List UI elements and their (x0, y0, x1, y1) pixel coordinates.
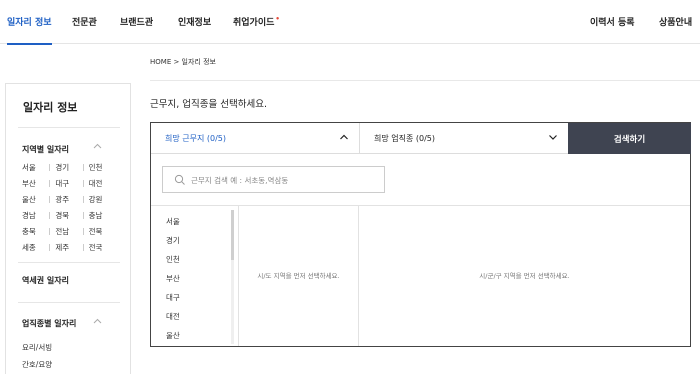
nav-job-info[interactable]: 일자리 정보 (7, 15, 52, 45)
region-link[interactable]: 충남 (82, 210, 122, 226)
divider (18, 262, 120, 263)
chevron-up-icon (339, 132, 349, 142)
region-link[interactable]: 전남 (49, 226, 88, 242)
job-category-link[interactable]: 요리/서빙 (22, 342, 52, 353)
region-row: 부산 대구 대전 (22, 178, 122, 194)
nav-resume-register[interactable]: 이력서 등록 (590, 15, 635, 28)
region-link[interactable]: 인천 (82, 162, 122, 178)
region-jobs-heading[interactable]: 지역별 일자리 (22, 144, 69, 155)
tab-location[interactable]: 희망 근무지 (0/5) (151, 123, 360, 154)
region-link[interactable]: 서울 (22, 162, 55, 178)
nav-brand[interactable]: 브랜드관 (120, 15, 153, 28)
region-link[interactable]: 대전 (82, 178, 122, 194)
job-category-link[interactable]: 간호/요양 (22, 359, 52, 370)
divider (150, 80, 700, 81)
city-item[interactable]: 경기 (166, 235, 180, 246)
region-row: 세종 제주 전국 (22, 242, 122, 258)
city-item[interactable]: 서울 (166, 216, 180, 227)
region-list: 서울 경기 인천 부산 대구 대전 울산 광주 강원 경남 경북 충남 충북 전… (22, 162, 122, 258)
scrollbar-thumb[interactable] (231, 210, 234, 260)
tab-job-category-label: 희망 업직종 (0/5) (374, 134, 436, 143)
location-search-field (162, 166, 385, 193)
city-list: 서울 경기 인천 부산 대구 대전 울산 (151, 206, 239, 346)
nav-product-info[interactable]: 상품안내 (659, 15, 692, 28)
region-row: 서울 경기 인천 (22, 162, 122, 178)
city-item[interactable]: 부산 (166, 273, 180, 284)
region-row: 경남 경북 충남 (22, 210, 122, 226)
dong-empty-message: 시/군/구 지역을 먼저 선택하세요. (479, 272, 570, 280)
region-link[interactable]: 경북 (49, 210, 88, 226)
region-row: 충북 전남 전북 (22, 226, 122, 242)
city-item[interactable]: 울산 (166, 330, 180, 341)
district-list: 시/도 지역을 먼저 선택하세요. (239, 206, 359, 346)
city-item[interactable]: 인천 (166, 254, 180, 265)
search-button[interactable]: 검색하기 (568, 123, 691, 154)
job-category-heading[interactable]: 업직종별 일자리 (22, 318, 76, 329)
region-link[interactable]: 전북 (82, 226, 122, 242)
divider (18, 302, 120, 303)
region-link[interactable]: 충북 (22, 226, 55, 242)
sidebar-title: 일자리 정보 (23, 101, 78, 114)
city-item[interactable]: 대구 (166, 292, 180, 303)
region-link[interactable]: 울산 (22, 194, 55, 210)
region-link[interactable]: 대구 (49, 178, 88, 194)
district-empty-message: 시/도 지역을 먼저 선택하세요. (257, 272, 340, 280)
region-link[interactable]: 부산 (22, 178, 55, 194)
page-prompt: 근무지, 업직종을 선택하세요. (150, 99, 267, 110)
region-link[interactable]: 경남 (22, 210, 55, 226)
region-link[interactable]: 강원 (82, 194, 122, 210)
chevron-up-icon[interactable] (93, 318, 102, 326)
tab-job-category[interactable]: 희망 업직종 (0/5) (360, 123, 568, 154)
chevron-up-icon[interactable] (93, 143, 102, 151)
sidebar: 일자리 정보 지역별 일자리 서울 경기 인천 부산 대구 대전 울산 광주 강… (5, 83, 131, 374)
region-link[interactable]: 제주 (49, 242, 88, 258)
divider (18, 127, 120, 128)
nav-specialty[interactable]: 전문관 (72, 15, 97, 28)
region-link[interactable]: 경기 (49, 162, 88, 178)
region-row: 울산 광주 강원 (22, 194, 122, 210)
breadcrumb: HOME > 일자리 정보 (150, 58, 216, 66)
location-search-input[interactable] (191, 173, 381, 187)
dong-list: 시/군/구 지역을 먼저 선택하세요. (359, 206, 690, 346)
chevron-down-icon (548, 132, 558, 142)
search-icon (174, 174, 186, 186)
filter-panel: 희망 근무지 (0/5) 희망 업직종 (0/5) 검색하기 서울 경기 인천 … (150, 122, 691, 347)
nav-career-guide-label: 취업가이드 (233, 18, 275, 28)
station-jobs-heading[interactable]: 역세권 일자리 (22, 275, 69, 286)
city-item[interactable]: 대전 (166, 311, 180, 322)
nav-talent[interactable]: 인재정보 (178, 15, 211, 28)
region-link[interactable]: 전국 (82, 242, 122, 258)
new-badge-icon: • (275, 15, 280, 23)
top-navigation: 일자리 정보 전문관 브랜드관 인재정보 취업가이드• 이력서 등록 상품안내 (0, 0, 700, 45)
nav-career-guide[interactable]: 취업가이드• (233, 15, 280, 28)
region-link[interactable]: 세종 (22, 242, 55, 258)
tab-location-label: 희망 근무지 (0/5) (165, 134, 227, 143)
region-link[interactable]: 광주 (49, 194, 88, 210)
